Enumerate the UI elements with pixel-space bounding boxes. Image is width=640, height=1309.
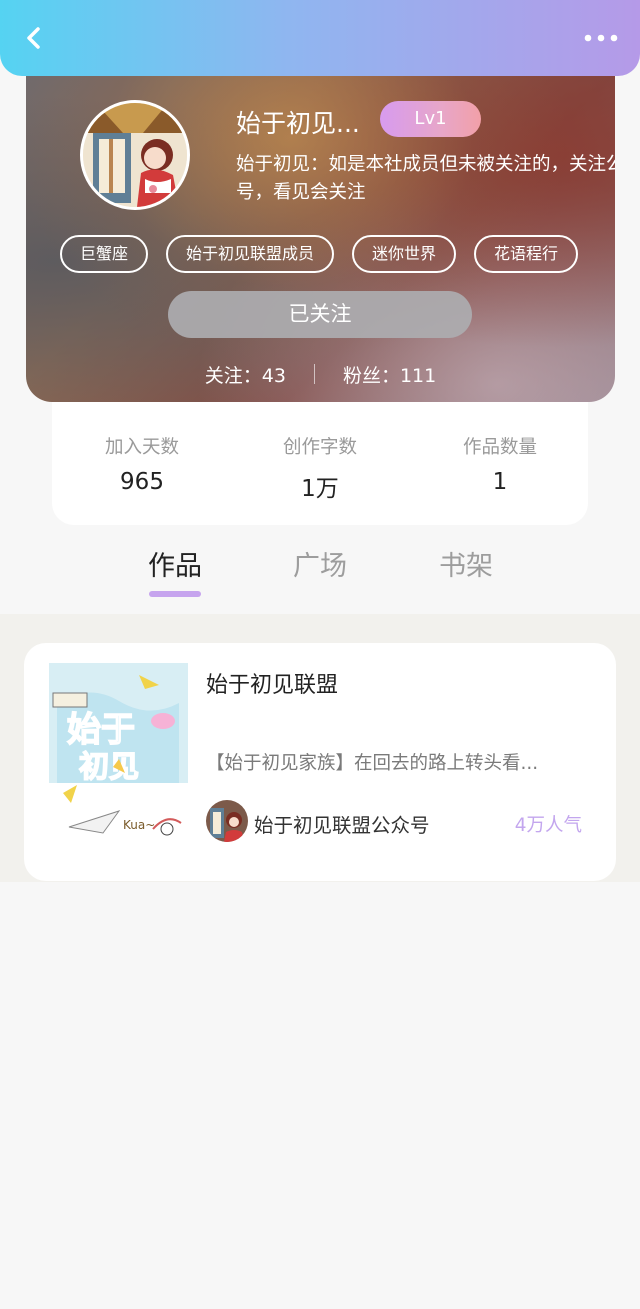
tag-flower-language[interactable]: 花语程行 xyxy=(474,235,579,273)
stat-word-count: 创作字数 1万 xyxy=(230,433,410,503)
tab-bookshelf[interactable]: 书架 xyxy=(439,544,493,583)
tab-square[interactable]: 广场 xyxy=(293,544,347,583)
author-name[interactable]: 始于初见联盟公众号 xyxy=(254,809,430,838)
work-title[interactable]: 始于初见联盟 xyxy=(206,667,338,699)
svg-text:Kua~: Kua~ xyxy=(123,818,155,832)
following-count[interactable]: 关注：43 xyxy=(205,361,286,388)
active-tab-indicator xyxy=(149,591,201,597)
stat-join-days: 加入天数 965 xyxy=(52,433,232,495)
stat-value: 1万 xyxy=(301,476,339,502)
work-item[interactable]: 始于 初见 Kua~ 始于初见联盟 【始于初见家族】在回去的路上转头看... 始… xyxy=(24,643,616,881)
tag-alliance-member[interactable]: 始于初见联盟成员 xyxy=(166,235,335,273)
stats-card: 加入天数 965 创作字数 1万 作品数量 1 xyxy=(52,390,588,525)
author-avatar xyxy=(206,800,248,842)
tag-zodiac[interactable]: 巨蟹座 xyxy=(60,235,149,273)
top-nav-bar xyxy=(0,0,640,76)
tab-bar: 作品 广场 书架 xyxy=(0,540,640,600)
work-description: 【始于初见家族】在回去的路上转头看... xyxy=(206,753,539,774)
more-button[interactable] xyxy=(582,24,622,52)
stat-label: 创作字数 xyxy=(282,437,357,458)
profile-header: 始于初见... Lv1 始于初见：如是本社成员但未被关注的，关注公众号，看见会关… xyxy=(26,50,615,402)
follow-button[interactable]: 已关注 xyxy=(168,291,472,338)
popularity-count: 4万人气 xyxy=(514,815,582,836)
tag-list: 巨蟹座 始于初见联盟成员 迷你世界 花语程行 xyxy=(60,235,579,273)
bio-text: 始于初见：如是本社成员但未被关注的，关注公众号，看见会关注 xyxy=(236,154,615,203)
avatar-image xyxy=(83,103,187,207)
follow-stats: 关注：43 粉丝：111 xyxy=(26,359,615,389)
cover-image: 始于 初见 Kua~ xyxy=(49,663,188,851)
more-dots-icon xyxy=(584,34,618,42)
avatar[interactable] xyxy=(80,100,190,210)
stat-value: 1 xyxy=(492,469,508,495)
back-button[interactable] xyxy=(14,20,54,56)
author-avatar-image xyxy=(206,800,248,842)
fans-count[interactable]: 粉丝：111 xyxy=(343,361,436,388)
svg-text:初见: 初见 xyxy=(79,750,139,785)
stat-label: 作品数量 xyxy=(462,437,537,458)
nickname: 始于初见... xyxy=(236,109,360,138)
chevron-left-icon xyxy=(27,27,40,49)
stat-value: 965 xyxy=(120,469,164,495)
svg-text:始于: 始于 xyxy=(67,710,135,750)
tag-mini-world[interactable]: 迷你世界 xyxy=(352,235,457,273)
tab-works[interactable]: 作品 xyxy=(148,544,202,583)
stat-works-count: 作品数量 1 xyxy=(410,433,590,495)
work-cover[interactable]: 始于 初见 Kua~ xyxy=(49,663,188,851)
level-badge: Lv1 xyxy=(380,101,481,137)
divider xyxy=(313,364,315,384)
stat-label: 加入天数 xyxy=(104,437,179,458)
